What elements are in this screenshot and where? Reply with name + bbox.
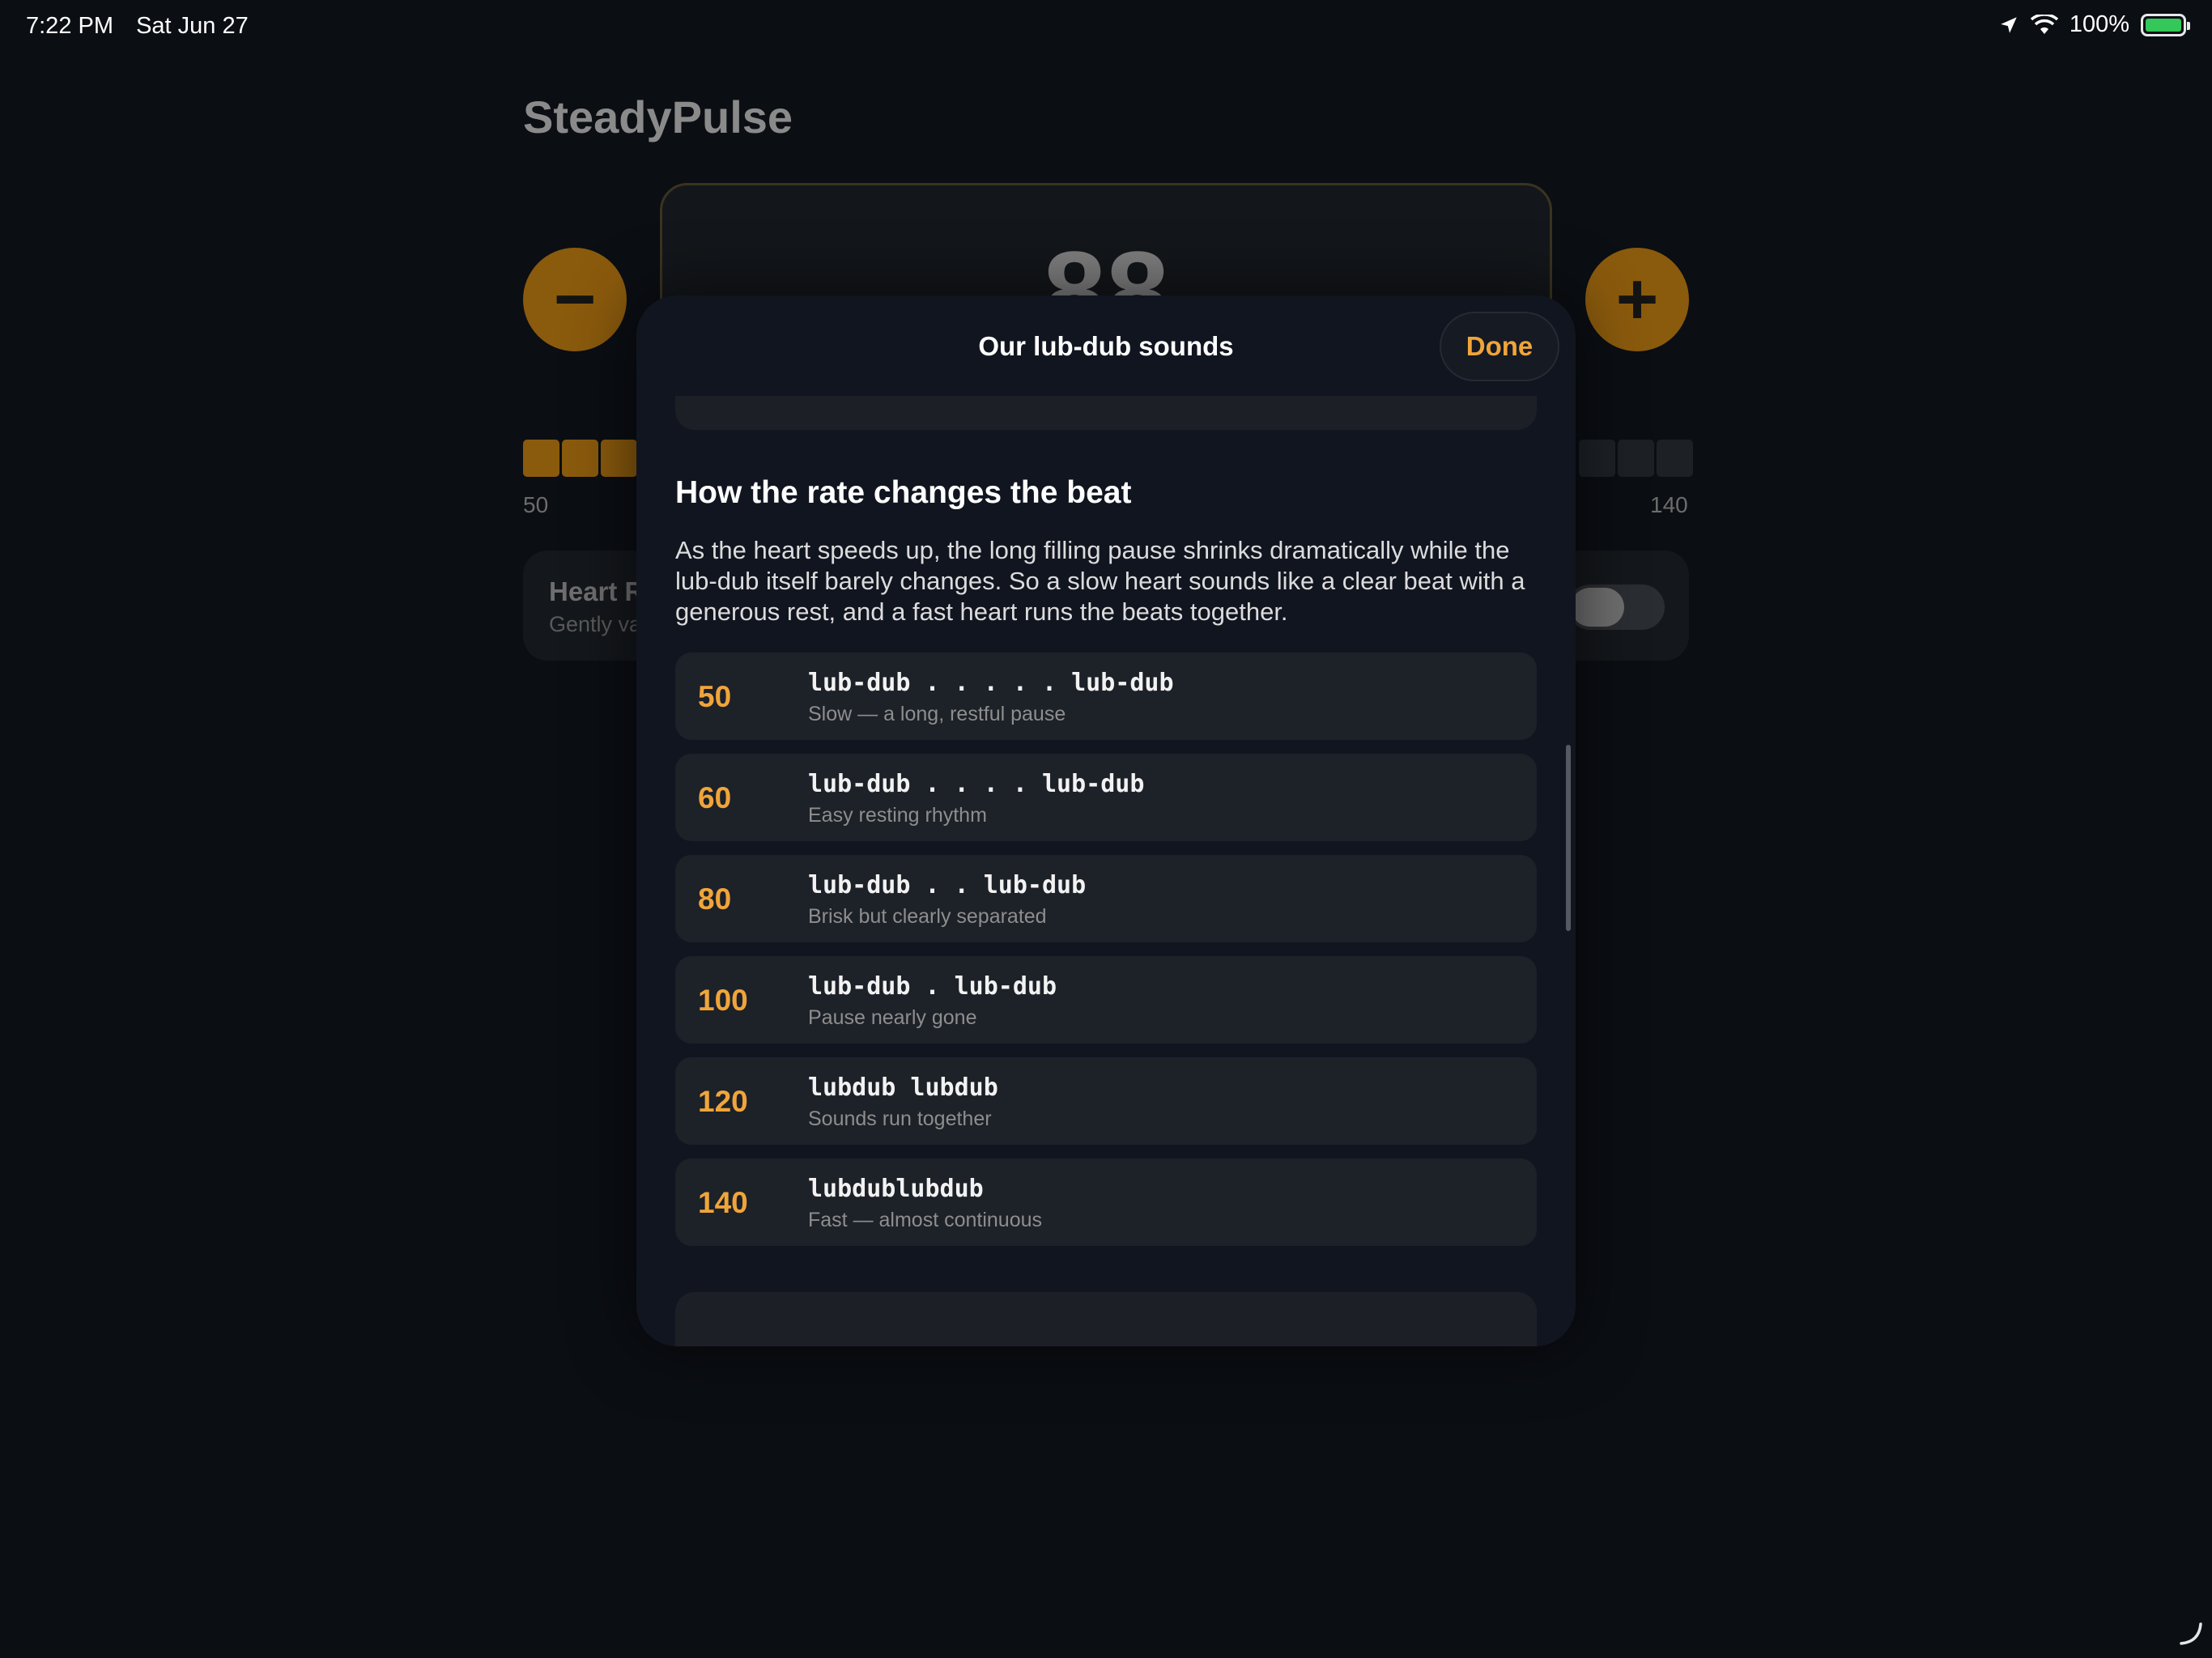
- increase-bpm-button[interactable]: +: [1585, 248, 1689, 351]
- bpm-bar-segment: [601, 440, 637, 477]
- rate-description: Brisk but clearly separated: [808, 905, 1047, 928]
- rate-bpm: 120: [698, 1085, 748, 1118]
- bpm-bar-segment: [1618, 440, 1654, 477]
- rate-row-60: 60 lub-dub . . . . lub-dub Easy resting …: [675, 754, 1537, 841]
- section-heading: How the rate changes the beat: [675, 475, 1132, 510]
- rate-description: Slow — a long, restful pause: [808, 703, 1066, 725]
- scroll-indicator[interactable]: [1566, 745, 1571, 931]
- bpm-bar-segment: [1657, 440, 1693, 477]
- bpm-bar-segment: [1579, 440, 1615, 477]
- section-body: As the heart speeds up, the long filling…: [675, 536, 1525, 626]
- sheet-header: Our lub-dub sounds Done: [636, 295, 1576, 396]
- rate-list: 50 lub-dub . . . . . lub-dub Slow — a lo…: [675, 653, 1537, 1260]
- rate-row-140: 140 lubdublubdub Fast — almost continuou…: [675, 1158, 1537, 1246]
- variation-title: Heart R: [549, 576, 644, 606]
- rate-description: Easy resting rhythm: [808, 804, 987, 827]
- sheet-title: Our lub-dub sounds: [978, 331, 1234, 361]
- rate-description: Sounds run together: [808, 1107, 992, 1130]
- rate-description: Pause nearly gone: [808, 1006, 977, 1029]
- variation-subtitle: Gently va: [549, 612, 642, 636]
- bpm-level-bar-left: [523, 440, 637, 477]
- rate-bpm: 140: [698, 1186, 748, 1219]
- rate-pattern: lubdub lubdub: [808, 1073, 998, 1102]
- minus-icon: −: [553, 259, 597, 340]
- previous-card: [675, 396, 1537, 430]
- plus-icon: +: [1615, 259, 1659, 340]
- range-min-label: 50: [523, 492, 549, 517]
- app-title: SteadyPulse: [523, 91, 793, 142]
- toggle-knob: [1571, 588, 1624, 627]
- rate-row-100: 100 lub-dub . lub-dub Pause nearly gone: [675, 956, 1537, 1044]
- rate-pattern: lub-dub . . . . lub-dub: [808, 770, 1145, 798]
- rate-bpm: 50: [698, 680, 732, 713]
- range-max-label: 140: [1650, 492, 1688, 517]
- next-card: [675, 1292, 1537, 1346]
- rate-bpm: 60: [698, 781, 732, 814]
- variation-toggle[interactable]: [1568, 585, 1665, 630]
- rate-pattern: lub-dub . lub-dub: [808, 972, 1057, 1001]
- lub-dub-sounds-sheet: How the rate changes the beat As the hea…: [636, 295, 1576, 1346]
- corner-gesture-icon: [2176, 1619, 2206, 1656]
- rate-pattern: lubdublubdub: [808, 1175, 984, 1203]
- decrease-bpm-button[interactable]: −: [523, 248, 627, 351]
- rate-pattern: lub-dub . . . . . lub-dub: [808, 669, 1174, 697]
- rate-row-80: 80 lub-dub . . lub-dub Brisk but clearly…: [675, 855, 1537, 942]
- done-button[interactable]: Done: [1440, 312, 1559, 381]
- bpm-bar-segment: [562, 440, 598, 477]
- rate-description: Fast — almost continuous: [808, 1209, 1043, 1231]
- rate-pattern: lub-dub . . lub-dub: [808, 871, 1087, 899]
- bpm-bar-segment: [523, 440, 559, 477]
- rate-row-120: 120 lubdub lubdub Sounds run together: [675, 1057, 1537, 1145]
- rate-row-50: 50 lub-dub . . . . . lub-dub Slow — a lo…: [675, 653, 1537, 740]
- rate-bpm: 100: [698, 984, 748, 1017]
- rate-bpm: 80: [698, 882, 732, 916]
- bpm-level-bar-right: [1579, 440, 1693, 477]
